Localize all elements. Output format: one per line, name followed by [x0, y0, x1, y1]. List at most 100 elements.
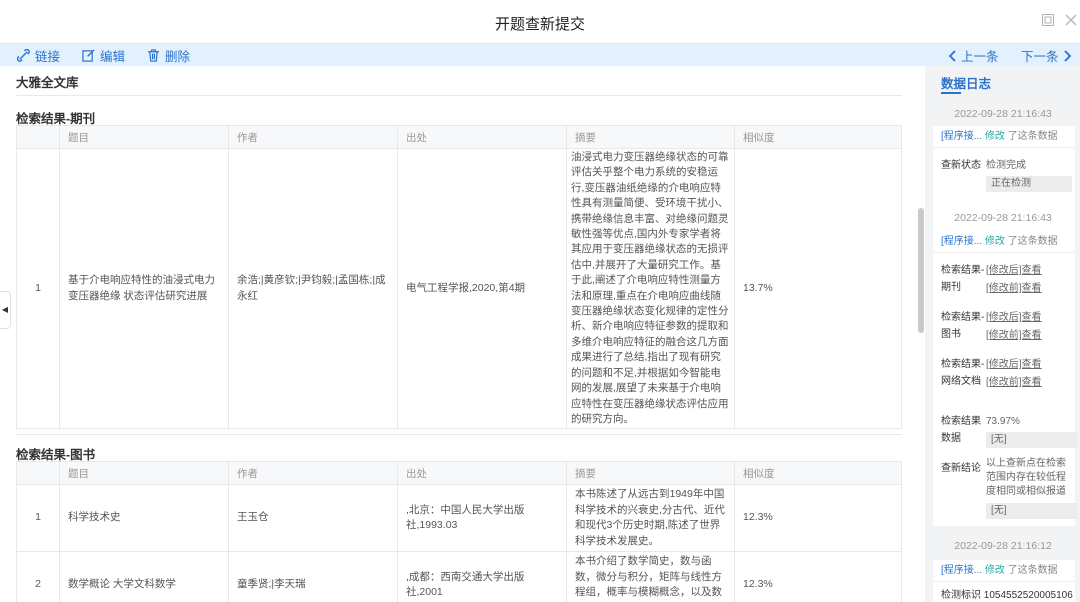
divider: [16, 95, 902, 96]
actor-link[interactable]: [程序接...: [941, 236, 982, 247]
edit-icon: [82, 48, 95, 62]
view-after-link[interactable]: [修改后]查看: [986, 309, 1042, 326]
action-suffix: 了这条数据: [1007, 236, 1058, 247]
field-new-value: 73.97%: [986, 416, 1020, 427]
library-title: 大雅全文库: [16, 76, 79, 90]
view-after-link[interactable]: [修改后]查看: [986, 262, 1042, 279]
field-old-value: 正在检测: [986, 176, 1072, 192]
field-old-value: [无]: [986, 432, 1078, 448]
action-text: 修改: [984, 565, 1005, 576]
row-number: 1: [16, 484, 60, 552]
cell-similarity: 12.3%: [734, 484, 902, 552]
col-source: 出处: [397, 461, 567, 485]
delete-button[interactable]: 删除: [147, 46, 190, 64]
actor-link[interactable]: [程序接...: [941, 131, 982, 142]
field-label: 检索结果数据: [941, 416, 981, 444]
field-new-value: 以上查新点在检索范围内存在较低程度相同或相似报道: [986, 458, 1066, 497]
log-entry-header: [程序接... 修改 了这条数据: [933, 231, 1075, 253]
col-similarity: 相似度: [734, 125, 902, 149]
field-label: 检索结果-图书: [941, 312, 985, 340]
col-source: 出处: [397, 125, 567, 149]
log-entry-header: [程序接... 修改 了这条数据: [933, 560, 1075, 582]
field-label: 检测标识 1054552520005106: [941, 590, 1073, 601]
prev-label: 上一条: [961, 50, 999, 64]
actor-link[interactable]: [程序接...: [941, 565, 982, 576]
action-text: 修改: [984, 236, 1005, 247]
field-new-value: 检测完成: [986, 160, 1026, 171]
action-text: 修改: [984, 131, 1005, 142]
table-row[interactable]: 2 数学概论 大学文科数学 童季贤;|李天瑞 ,成都：西南交通大学出版社,200…: [16, 551, 902, 602]
link-button[interactable]: 链接: [17, 46, 60, 64]
col-author: 作者: [228, 461, 398, 485]
chevron-right-icon: [1063, 49, 1071, 62]
toolbar: 链接 编辑 删除: [0, 44, 1080, 66]
table-row[interactable]: 1 科学技术史 王玉仓 ,北京：中国人民大学出版社,1993.03 本书陈述了从…: [16, 484, 902, 552]
cell-abstract: 油浸式电力变压器绝缘状态的可靠评估关乎整个电力系统的安稳运行,变压器油纸绝缘的介…: [566, 147, 735, 430]
books-results-table: 题目 作者 出处 摘要 相似度 1 科学技术史 王玉仓 ,北京：中国人民大学出版…: [16, 461, 902, 602]
col-title: 题目: [59, 125, 229, 149]
journal-results-table: 题目 作者 出处 摘要 相似度 1 基于介电响应特性的油浸式电力变压器绝缘 状态…: [16, 125, 902, 430]
view-before-link[interactable]: [修改前]查看: [986, 280, 1042, 297]
row-number: 1: [16, 147, 60, 430]
title-bar: 开题查新提交: [0, 0, 1080, 44]
cell-source: ,北京：中国人民大学出版社,1993.03: [397, 484, 567, 552]
cell-title: 科学技术史: [59, 484, 229, 552]
cell-title: 数学概论 大学文科数学: [59, 551, 229, 602]
field-label: 查新状态: [941, 160, 981, 171]
chevron-left-icon: [948, 49, 956, 62]
cell-author: 童季贤;|李天瑞: [228, 551, 398, 602]
record-nav: 上一条 下一条: [925, 44, 1080, 66]
col-similarity: 相似度: [734, 461, 902, 485]
trash-icon: [147, 48, 160, 62]
view-before-link[interactable]: [修改前]查看: [986, 327, 1042, 344]
active-tab-indicator: [941, 92, 961, 94]
edit-button[interactable]: 编辑: [82, 46, 125, 64]
next-record-button[interactable]: 下一条: [1021, 46, 1072, 65]
caret-left-icon: ◀: [1, 305, 9, 314]
field-label: 检索结果-网络文档: [941, 359, 985, 387]
main-content: 大雅全文库 检索结果-期刊 题目 作者 出处 摘要 相似度 1 基于介电响应特性…: [0, 66, 918, 602]
view-before-link[interactable]: [修改前]查看: [986, 374, 1042, 391]
action-suffix: 了这条数据: [1007, 131, 1058, 142]
prev-record-button[interactable]: 上一条: [948, 46, 999, 65]
field-label: 检索结果-期刊: [941, 265, 985, 293]
cell-title: 基于介电响应特性的油浸式电力变压器绝缘 状态评估研究进展: [59, 147, 229, 430]
cell-author: 余浩;|黄彦钦;|尹钧毅;|孟国栋;|成永红: [228, 147, 398, 430]
log-timestamp: 2022-09-28 21:16:43: [954, 212, 1052, 224]
close-icon[interactable]: [1064, 14, 1078, 28]
cell-author: 王玉仓: [228, 484, 398, 552]
log-timestamp: 2022-09-28 21:16:43: [954, 108, 1052, 120]
field-old-value: [无]: [986, 503, 1078, 519]
log-entry: [程序接... 修改 了这条数据 检测标识 1054552520005106: [933, 560, 1075, 602]
log-entry: [程序接... 修改 了这条数据 检索结果-期刊 [修改后]查看 [修改前]查看…: [933, 231, 1078, 526]
next-label: 下一条: [1021, 50, 1059, 64]
col-abstract: 摘要: [566, 125, 735, 149]
log-entry-header: [程序接... 修改 了这条数据: [933, 126, 1075, 148]
col-author: 作者: [228, 125, 398, 149]
row-number: 2: [16, 551, 60, 602]
cell-similarity: 12.3%: [734, 551, 902, 602]
cell-abstract: 本书陈述了从远古到1949年中国科学技术的兴衰史,分古代、近代和现代3个历史时期…: [566, 484, 735, 552]
field-label: 查新结论: [941, 463, 981, 474]
col-title: 题目: [59, 461, 229, 485]
link-label: 链接: [35, 49, 61, 64]
data-log-panel: 数据日志 2022-09-28 21:16:43 [程序接... 修改 了这条数…: [925, 66, 1080, 602]
cell-source: ,成都：西南交通大学出版社,2001: [397, 551, 567, 602]
delete-label: 删除: [165, 49, 191, 64]
view-after-link[interactable]: [修改后]查看: [986, 356, 1042, 373]
cell-source: 电气工程学报,2020,第4期: [397, 147, 567, 430]
tab-data-log[interactable]: 数据日志: [941, 73, 991, 92]
cell-similarity: 13.7%: [734, 147, 902, 430]
main-scrollbar[interactable]: [918, 208, 924, 333]
window-title: 开题查新提交: [494, 16, 585, 33]
log-timestamp: 2022-09-28 21:16:12: [954, 540, 1052, 552]
edit-label: 编辑: [100, 49, 126, 64]
cell-abstract: 本书介绍了数学简史，数与函数，微分与积分，矩阵与线性方程组，概率与模糊概念，以及…: [566, 551, 735, 602]
link-icon: [17, 48, 30, 62]
divider: [16, 434, 902, 435]
action-suffix: 了这条数据: [1007, 565, 1058, 576]
table-row[interactable]: 1 基于介电响应特性的油浸式电力变压器绝缘 状态评估研究进展 余浩;|黄彦钦;|…: [16, 147, 902, 430]
sidebar-toggle[interactable]: ◀: [0, 291, 11, 329]
col-abstract: 摘要: [566, 461, 735, 485]
maximize-icon[interactable]: [1041, 14, 1055, 28]
